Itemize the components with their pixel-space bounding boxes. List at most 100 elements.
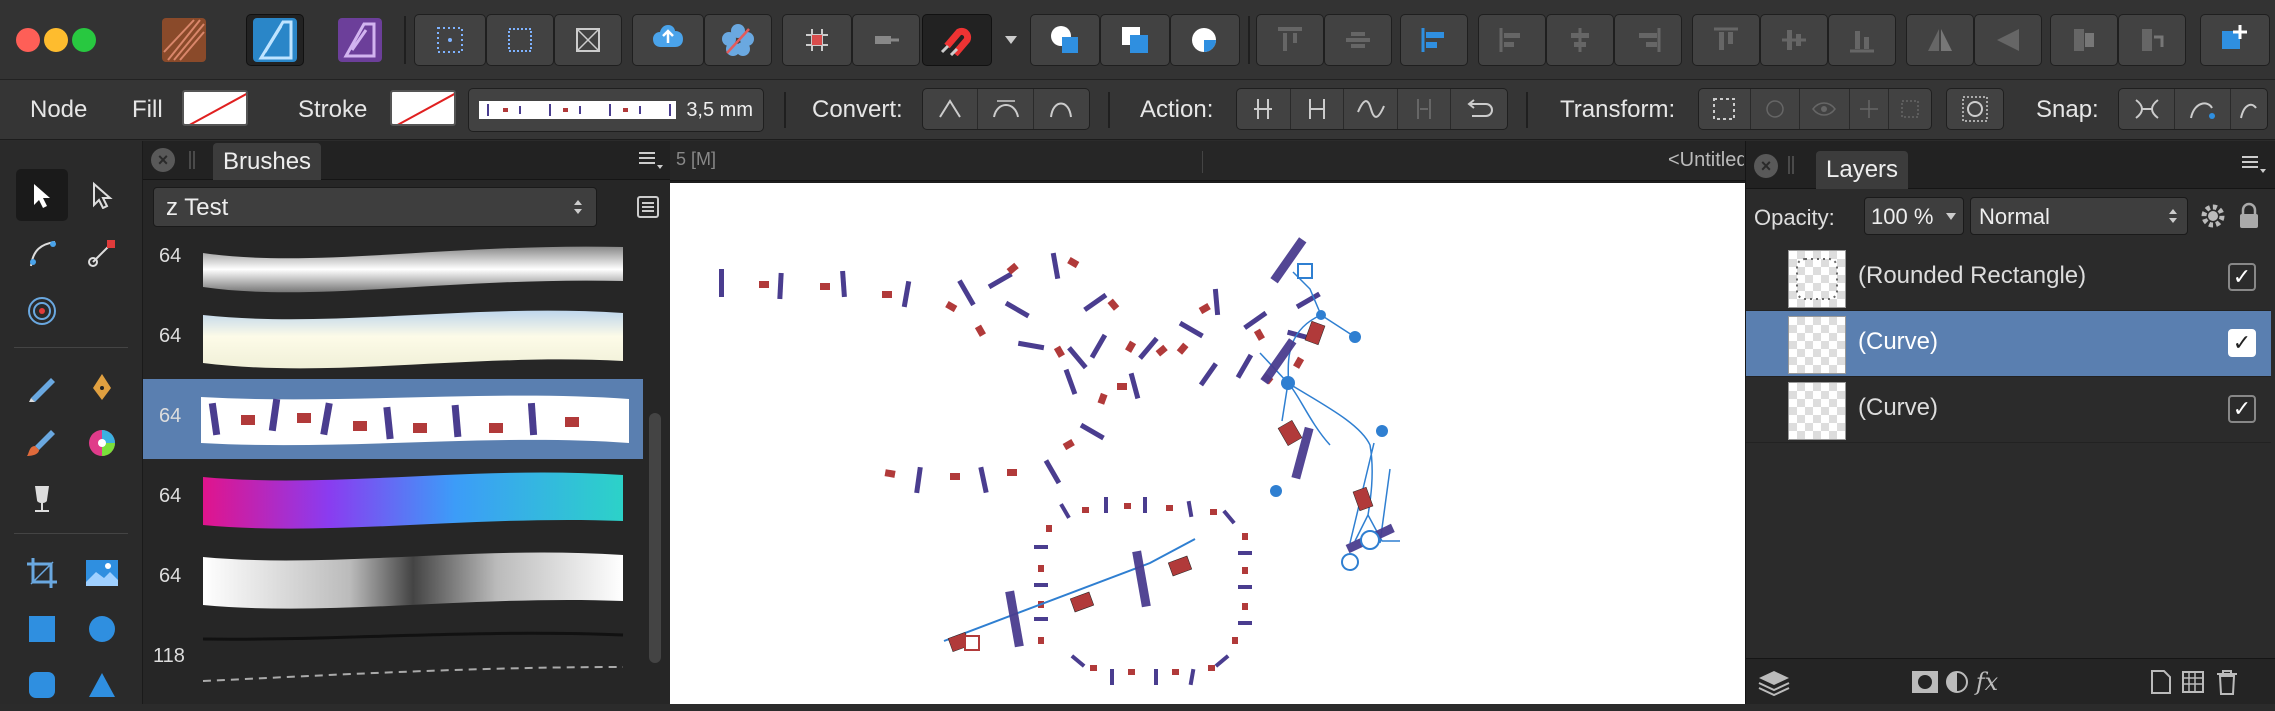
selection-box-icon[interactable] (486, 14, 554, 66)
pen-tool-icon[interactable] (76, 361, 128, 413)
smooth-curve-icon[interactable] (1344, 89, 1398, 129)
brush-list-menu-icon[interactable] (631, 189, 665, 225)
join-curves-icon[interactable] (1398, 89, 1452, 129)
align-left-icon[interactable] (1400, 14, 1468, 66)
fill-tool-icon[interactable] (16, 473, 68, 525)
vector-brush-tool-icon[interactable] (16, 417, 68, 469)
pencil-tool-icon[interactable] (16, 361, 68, 413)
list-item[interactable]: 118 (143, 619, 643, 699)
transform-rotate-icon[interactable] (1889, 89, 1931, 129)
convert-smooth-icon[interactable] (978, 89, 1034, 129)
boolean-subtract-icon[interactable] (1100, 14, 1170, 66)
convert-sharp-icon[interactable] (923, 89, 979, 129)
point-transform-tool-icon[interactable] (76, 227, 128, 279)
blend-mode-select[interactable]: Normal (1970, 197, 2188, 235)
document-tab-title[interactable]: <Untitled (1668, 149, 1744, 172)
snap-curve-icon[interactable] (2119, 89, 2175, 129)
crop-tool-icon[interactable] (16, 547, 68, 599)
transform-origin-icon[interactable] (554, 14, 622, 66)
align-center-h-icon[interactable] (1478, 14, 1546, 66)
close-curve-icon[interactable] (1291, 89, 1345, 129)
align-top-edge-icon[interactable] (1692, 14, 1760, 66)
layer-visibility-checkbox[interactable]: ✓ (2228, 395, 2256, 423)
layer-row[interactable]: (Curve) ✓ (1746, 377, 2271, 443)
snapping-dropdown-chevron-icon[interactable] (994, 14, 1028, 66)
tab-layers[interactable]: Layers (1816, 151, 1909, 189)
list-item[interactable]: 64 (143, 233, 643, 299)
transform-circle-icon[interactable] (1751, 89, 1801, 129)
lock-icon[interactable] (2236, 201, 2262, 231)
distribute-center-icon[interactable] (1546, 14, 1614, 66)
transform-mode-icon[interactable] (1947, 89, 2003, 129)
panel-close-icon[interactable]: × (1754, 154, 1778, 178)
move-tool-icon[interactable] (16, 169, 68, 221)
corner-tool-icon[interactable] (16, 227, 68, 279)
delete-layer-icon[interactable] (2212, 667, 2242, 697)
rounded-rectangle-tool-icon[interactable] (16, 659, 68, 711)
brush-list-scrollbar[interactable] (649, 413, 661, 663)
transform-mirror-icon[interactable] (1850, 89, 1890, 129)
insert-object-icon[interactable] (2200, 14, 2270, 66)
window-zoom-button[interactable] (72, 28, 96, 52)
opacity-field[interactable]: 100 % (1864, 197, 1964, 235)
mask-layer-icon[interactable] (1910, 667, 1940, 697)
color-picker-tool-icon[interactable] (76, 417, 128, 469)
panel-grip-icon[interactable] (1788, 156, 1794, 174)
pixel-persona-icon[interactable] (334, 14, 386, 66)
canvas[interactable] (670, 183, 1745, 704)
panel-close-icon[interactable]: × (151, 148, 175, 172)
align-middle-icon[interactable] (1324, 14, 1392, 66)
upload-share-icon[interactable] (632, 14, 704, 66)
snap-node-icon[interactable] (2175, 89, 2231, 129)
align-v-center-icon[interactable] (1760, 14, 1828, 66)
boolean-add-icon[interactable] (1030, 14, 1100, 66)
snap-more-icon[interactable] (2231, 89, 2267, 129)
arrange-front-icon[interactable] (2118, 14, 2186, 66)
layer-row-selected[interactable]: (Curve) ✓ (1746, 311, 2271, 377)
convert-smart-icon[interactable] (1034, 89, 1089, 129)
list-item[interactable]: 64 (143, 299, 643, 379)
fx-layer-icon[interactable]: fx (1972, 667, 2002, 697)
reverse-curve-icon[interactable] (1451, 89, 1507, 129)
tab-brushes[interactable]: Brushes (213, 143, 322, 180)
add-layer-icon[interactable] (2146, 667, 2176, 697)
panel-menu-icon[interactable] (2240, 153, 2268, 177)
node-tool-icon[interactable] (76, 169, 128, 221)
transform-box-icon[interactable] (1699, 89, 1751, 129)
ellipse-tool-icon[interactable] (76, 603, 128, 655)
brush-category-select[interactable]: z Test (153, 187, 597, 227)
panel-grip-icon[interactable] (189, 151, 195, 169)
triangle-tool-icon[interactable] (76, 659, 128, 711)
snapping-grid-icon[interactable] (782, 14, 852, 66)
transform-eye-icon[interactable] (1800, 89, 1850, 129)
grid-snap-icon[interactable] (414, 14, 486, 66)
list-item-selected[interactable]: 64 (143, 379, 643, 459)
adjustment-layer-icon[interactable] (1942, 667, 1972, 697)
window-minimize-button[interactable] (44, 28, 68, 52)
list-item[interactable]: 64 (143, 459, 643, 539)
layer-visibility-checkbox[interactable]: ✓ (2228, 263, 2256, 291)
snapping-magnet-icon[interactable] (922, 14, 992, 66)
designer-persona-icon[interactable] (158, 14, 210, 66)
layer-row[interactable]: (Rounded Rectangle) ✓ (1746, 245, 2271, 311)
align-bottom-icon[interactable] (1828, 14, 1896, 66)
align-top-icon[interactable] (1256, 14, 1324, 66)
arrange-back-icon[interactable] (2050, 14, 2118, 66)
force-pixel-icon[interactable] (852, 14, 920, 66)
flower-shape-icon[interactable] (704, 14, 772, 66)
stroke-swatch[interactable] (390, 90, 456, 126)
flip-horizontal-icon[interactable] (1906, 14, 1974, 66)
layer-stack-icon[interactable] (1754, 667, 1794, 697)
canvas-artwork[interactable] (670, 183, 1745, 704)
panel-menu-icon[interactable] (637, 149, 665, 173)
window-close-button[interactable] (16, 28, 40, 52)
break-curve-icon[interactable] (1237, 89, 1291, 129)
gear-icon[interactable] (2198, 201, 2228, 231)
align-right-icon[interactable] (1614, 14, 1682, 66)
layer-visibility-checkbox[interactable]: ✓ (2228, 329, 2256, 357)
list-item[interactable]: 64 (143, 539, 643, 619)
boolean-intersect-icon[interactable] (1170, 14, 1240, 66)
fill-swatch[interactable] (182, 90, 248, 126)
rectangle-tool-icon[interactable] (16, 603, 68, 655)
flip-vertical-icon[interactable] (1974, 14, 2042, 66)
